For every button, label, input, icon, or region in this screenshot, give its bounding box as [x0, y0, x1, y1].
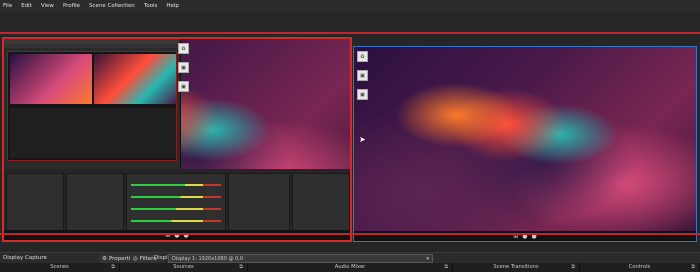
dock-title: Scenes [50, 264, 69, 270]
nested-mixer-dock [126, 173, 226, 233]
menu-file[interactable]: File [3, 0, 12, 12]
gear-icon: ⚙ [102, 255, 107, 262]
mouse-cursor-icon: ➤ [359, 135, 366, 144]
dock-title: Audio Mixer [334, 264, 366, 270]
filter-icon: ◎ [133, 255, 138, 262]
float-icon[interactable]: ⧉ [111, 263, 115, 272]
nested-controls-dock [292, 173, 350, 233]
float-icon[interactable]: ⧉ [239, 263, 243, 272]
desktop-icons: ♻ ▣ ▣ [178, 43, 189, 92]
nested-docks [4, 169, 350, 239]
display-value: Display 1: 1920x1080 @ 0,0 [172, 256, 244, 262]
menu-view[interactable]: View [41, 0, 54, 12]
float-icon[interactable]: ⧉ [571, 263, 575, 272]
program-pane[interactable]: ♻ ▣ ▣ ➤ ⊞ ● ● [353, 46, 697, 242]
nested-docks-mini [10, 108, 176, 158]
nested-menu-bar [4, 44, 180, 48]
dock-scenes[interactable]: Scenes ⧉ [0, 263, 120, 272]
preview-pane[interactable]: ♻ ▣ ▣ ⊞ ● ● [2, 37, 352, 242]
app-shortcut-icon: ▣ [357, 89, 368, 100]
nested-meter [131, 184, 221, 186]
dock-sources[interactable]: Sources ⧉ [120, 263, 248, 272]
nested-meter [131, 220, 221, 222]
float-icon[interactable]: ⧉ [444, 263, 448, 272]
nested-thumb-right [94, 54, 176, 104]
dock-controls[interactable]: Controls ⧉ [580, 263, 700, 272]
dock-title: Scene Transitions [493, 264, 539, 270]
nested-meter [131, 208, 221, 210]
menu-tools[interactable]: Tools [144, 0, 158, 12]
dock-title: Controls [628, 264, 651, 270]
desktop-icons: ♻ ▣ ▣ [357, 51, 368, 100]
float-icon[interactable]: ⧉ [691, 263, 695, 272]
wallpaper-image [354, 47, 696, 241]
dock-scene-transitions[interactable]: Scene Transitions ⧉ [453, 263, 580, 272]
dock-audio-mixer[interactable]: Audio Mixer ⧉ [248, 263, 453, 272]
display-select[interactable]: Display 1: 1920x1080 @ 0,0 ▾ [168, 254, 433, 263]
app-shortcut-icon: ▣ [357, 70, 368, 81]
chevron-down-icon: ▾ [426, 256, 429, 262]
app-shortcut-icon: ▣ [178, 62, 189, 73]
menu-scene-collection[interactable]: Scene Collection [89, 0, 135, 12]
nested-thumb-left [10, 54, 92, 104]
nested-preview [7, 51, 177, 161]
nested-sources-dock [66, 173, 124, 233]
nested-transitions-dock [228, 173, 290, 233]
dock-title: Sources [173, 264, 194, 270]
nested-meter [131, 196, 221, 198]
recycle-bin-icon: ♻ [178, 43, 189, 54]
studio-preview-area: ♻ ▣ ▣ ⊞ ● ● ♻ ▣ ▣ ➤ ⊞ ● ● [0, 12, 700, 252]
dock-headers: Scenes ⧉ Sources ⧉ Audio Mixer ⧉ Scene T… [0, 263, 700, 272]
nested-scenes-dock [6, 173, 64, 233]
top-separator [0, 32, 700, 34]
menu-help[interactable]: Help [166, 0, 179, 12]
menu-edit[interactable]: Edit [21, 0, 32, 12]
recycle-bin-icon: ♻ [357, 51, 368, 62]
taskbar: ⊞ ● ● [4, 230, 350, 240]
bottom-separator [0, 233, 700, 235]
nested-obs-window [4, 39, 350, 239]
app-shortcut-icon: ▣ [178, 81, 189, 92]
menu-bar: File Edit View Profile Scene Collection … [0, 0, 700, 12]
menu-profile[interactable]: Profile [63, 0, 80, 12]
